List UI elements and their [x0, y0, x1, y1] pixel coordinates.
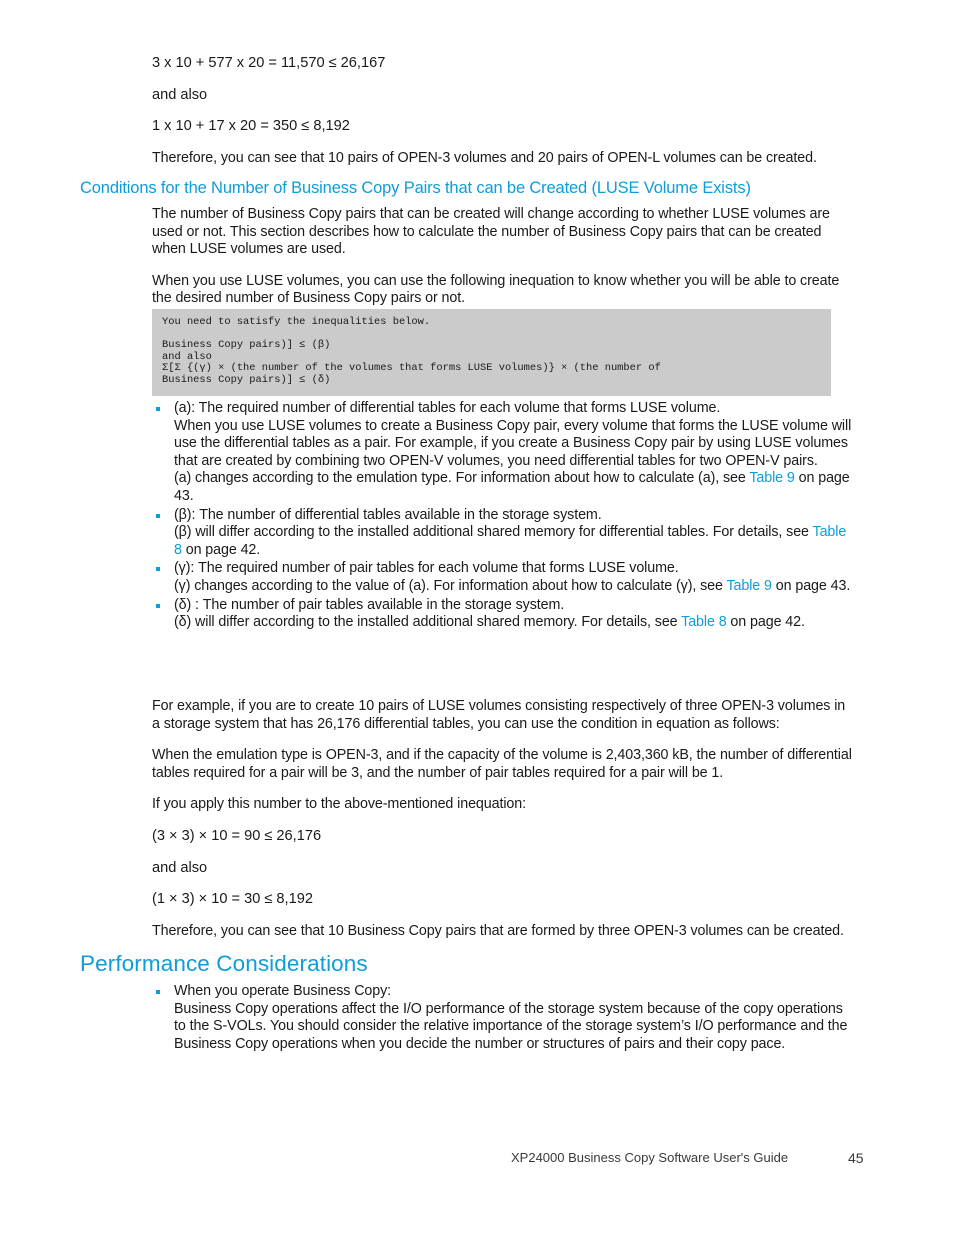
top-conclusion-paragraph: Therefore, you can see that 10 pairs of …: [152, 149, 817, 166]
bullet-2-line-2-post: on page 42.: [181, 541, 261, 558]
variable-definition-list: (a): The required number of differential…: [152, 400, 855, 632]
bullet-3-line-2: (γ) changes according to the value of (a…: [174, 578, 855, 596]
equation-line-3: (3 × 3) × 10 = 90 ≤ 26,176: [152, 827, 322, 844]
bullet-3-line-2-pre: (γ) changes according to the value of (a…: [174, 577, 727, 594]
bullet-2-line-2: (β) will differ according to the install…: [174, 524, 855, 559]
bullet-3-line-2-post: on page 43.: [771, 577, 851, 594]
luse-paragraph-4: When the emulation type is OPEN-3, and i…: [152, 747, 852, 781]
equation-line-1: 3 x 10 + 577 x 20 = 11,570 ≤ 26,167: [152, 55, 386, 71]
bullet-marker-icon: [156, 990, 160, 994]
bullet-marker-icon: [156, 603, 160, 608]
bullet-marker-icon: [156, 513, 160, 518]
footer-page-number: 45: [848, 1150, 864, 1166]
luse-intro-block: The number of Business Copy pairs that c…: [152, 206, 855, 322]
page-footer: XP24000 Business Copy Software User's Gu…: [0, 1150, 954, 1170]
bullet-4-line-2-pre: (δ) will differ according to the install…: [174, 614, 682, 631]
xref-table-8-d[interactable]: Table 8: [681, 614, 727, 630]
bullet-marker-icon: [156, 407, 160, 411]
bullet-marker-icon: [156, 567, 160, 572]
section-heading-luse: Conditions for the Number of Business Co…: [80, 179, 751, 197]
performance-list: When you operate Business Copy: Business…: [152, 983, 855, 1053]
list-item: (δ) : The number of pair tables availabl…: [152, 597, 855, 632]
bullet-2-line-1: (β): The number of differential tables a…: [174, 506, 602, 523]
bullet-4-line-2: (δ) will differ according to the install…: [174, 614, 855, 632]
luse-paragraph-6: Therefore, you can see that 10 Business …: [152, 922, 844, 939]
list-item: (β): The number of differential tables a…: [152, 507, 855, 560]
section-heading-performance: Performance Considerations: [80, 951, 368, 976]
xref-table-9-a[interactable]: Table 9: [749, 470, 795, 486]
bullet-2-line-2-pre: (β) will differ according to the install…: [174, 524, 813, 541]
luse-example-block: For example, if you are to create 10 pai…: [152, 698, 855, 954]
bullet-4-line-1: (δ) : The number of pair tables availabl…: [174, 596, 565, 613]
inequality-code-block: You need to satisfy the inequalities bel…: [152, 309, 831, 396]
performance-bullet-line-1: When you operate Business Copy:: [174, 983, 392, 999]
luse-paragraph-5: If you apply this number to the above-me…: [152, 796, 527, 813]
list-item: (γ): The required number of pair tables …: [152, 560, 855, 595]
and-also-label-2: and also: [152, 859, 208, 876]
list-item: When you operate Business Copy: Business…: [152, 983, 855, 1053]
bullet-1-line-3-pre: (a) changes according to the emulation t…: [174, 470, 750, 487]
bullet-3-line-1: (γ): The required number of pair tables …: [174, 560, 679, 577]
bullet-1-line-1: (a): The required number of differential…: [174, 400, 721, 416]
equation-line-4: (1 × 3) × 10 = 30 ≤ 8,192: [152, 891, 313, 908]
inequality-code-text: You need to satisfy the inequalities bel…: [162, 316, 661, 386]
bullet-4-line-2-post: on page 42.: [726, 614, 805, 631]
top-equations-block: 3 x 10 + 577 x 20 = 11,570 ≤ 26,167 and …: [152, 55, 855, 181]
document-page: 3 x 10 + 577 x 20 = 11,570 ≤ 26,167 and …: [0, 0, 954, 1235]
equation-line-2: 1 x 10 + 17 x 20 = 350 ≤ 8,192: [152, 118, 350, 135]
bullet-1-line-2: When you use LUSE volumes to create a Bu…: [174, 417, 852, 469]
bullet-1-line-3: (a) changes according to the emulation t…: [174, 470, 855, 505]
and-also-label-1: and also: [152, 86, 208, 103]
luse-paragraph-2: When you use LUSE volumes, you can use t…: [152, 272, 840, 307]
luse-paragraph-1: The number of Business Copy pairs that c…: [152, 206, 830, 258]
list-item: (a): The required number of differential…: [152, 400, 855, 506]
luse-paragraph-3: For example, if you are to create 10 pai…: [152, 698, 846, 732]
xref-table-9-c[interactable]: Table 9: [726, 578, 772, 594]
footer-document-title: XP24000 Business Copy Software User's Gu…: [511, 1150, 789, 1165]
performance-bullet-line-2: Business Copy operations affect the I/O …: [174, 1000, 848, 1052]
